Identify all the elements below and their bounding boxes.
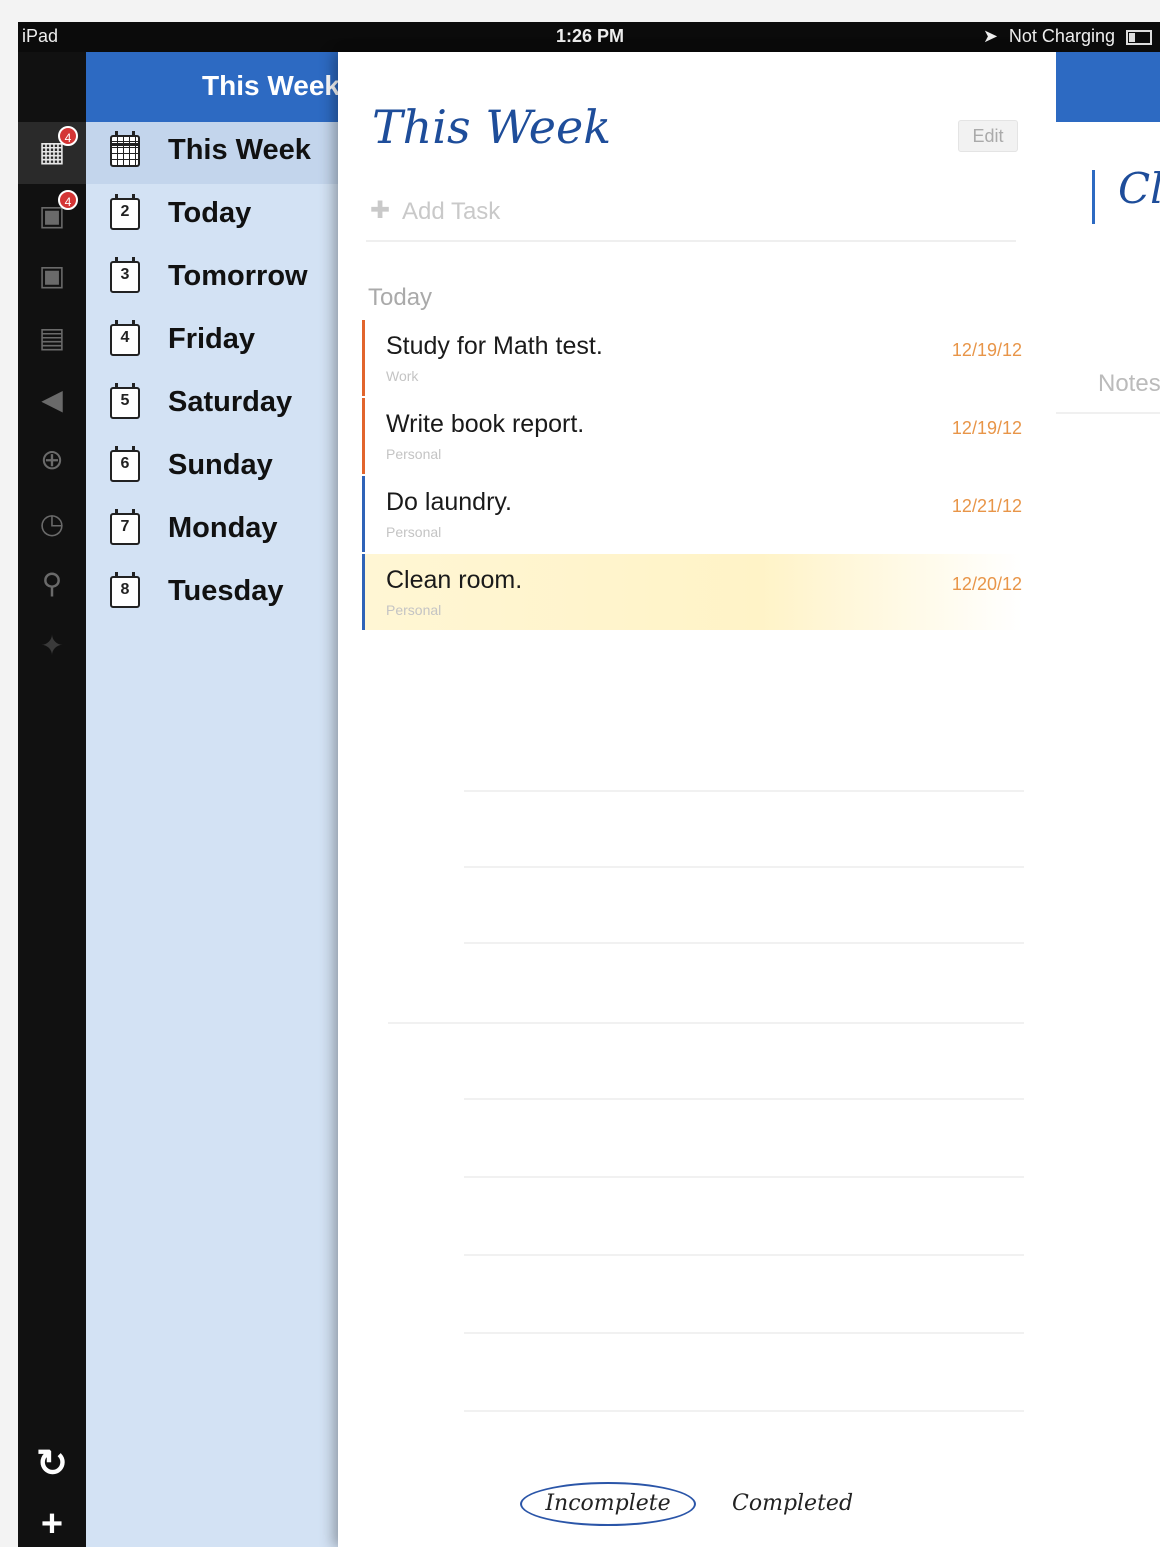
task-row[interactable]: Do laundry. Personal 12/21/12 — [362, 476, 1022, 552]
list-color-bar — [362, 554, 365, 630]
edit-button[interactable]: Edit — [958, 120, 1018, 152]
notes-label: Notes — [1098, 370, 1160, 397]
badge: 4 — [58, 126, 78, 146]
badge: 4 — [58, 190, 78, 210]
list-item-saturday[interactable]: 5 Saturday — [86, 374, 342, 436]
list-item-this-week[interactable]: This Week — [86, 122, 342, 184]
list-panel-header: This Week — [86, 52, 342, 122]
detail-title[interactable]: Cl — [1118, 164, 1160, 213]
list-item-label: Friday — [168, 323, 256, 355]
calendar-day-icon: 2 — [110, 194, 140, 230]
divider — [464, 1332, 1024, 1334]
task-panel: This Week Edit ✚ Add Task Today Study fo… — [338, 52, 1056, 1547]
list-panel: This Week This Week 2 Today 3 Tomorrow 4… — [86, 52, 342, 1547]
task-list-name: Work — [386, 368, 419, 384]
calendar-day-icon: 5 — [110, 383, 140, 419]
clock-icon[interactable]: ◷ — [34, 506, 70, 542]
list-color-bar — [362, 320, 365, 396]
tomorrow-icon[interactable]: ▣ — [34, 258, 70, 294]
task-title: Write book report. — [386, 410, 585, 438]
list-color-bar — [362, 398, 365, 474]
list-item-friday[interactable]: 4 Friday — [86, 311, 342, 373]
task-due-date: 12/19/12 — [951, 340, 1022, 360]
calendar-day-icon: 6 — [110, 446, 140, 482]
divider — [1056, 412, 1160, 414]
calendar-day-icon: 3 — [110, 257, 140, 293]
location-icon: ➤ — [982, 26, 998, 46]
notes-icon[interactable]: ▤ — [34, 320, 70, 356]
divider — [464, 1176, 1024, 1178]
text-cursor — [1092, 170, 1095, 224]
device-label: iPad — [22, 26, 59, 46]
divider — [464, 790, 1024, 792]
list-color-bar — [362, 476, 365, 552]
divider — [464, 1098, 1024, 1100]
add-arrow-icon: ✚ — [370, 197, 391, 224]
pin-icon[interactable]: ✦ — [34, 628, 70, 664]
task-title: Do laundry. — [386, 488, 512, 516]
detail-panel: Cl Notes — [1056, 52, 1160, 1547]
task-title: Study for Math test. — [386, 332, 603, 360]
calendar-day-icon: 7 — [110, 509, 140, 545]
sync-icon[interactable]: ↻ — [32, 1444, 72, 1484]
list-item-label: Monday — [168, 512, 278, 544]
this-week-icon[interactable]: ▦ 4 — [34, 126, 78, 170]
task-list-name: Personal — [386, 446, 442, 462]
page-title: This Week — [372, 100, 612, 154]
battery-icon — [1126, 29, 1152, 45]
task-row[interactable]: Study for Math test. Work 12/19/12 — [362, 320, 1022, 396]
tab-completed[interactable]: Completed — [732, 1482, 853, 1526]
list-item-sunday[interactable]: 6 Sunday — [86, 437, 342, 499]
list-item-label: Tuesday — [168, 575, 284, 607]
today-icon[interactable]: ▣ 4 — [34, 190, 78, 234]
divider — [388, 1022, 1024, 1024]
add-task-placeholder: Add Task — [402, 198, 501, 225]
list-item-tomorrow[interactable]: 3 Tomorrow — [86, 248, 342, 310]
tab-incomplete[interactable]: Incomplete — [520, 1482, 696, 1526]
status-bar: iPad 1:26 PM ➤ Not Charging — [18, 22, 1160, 52]
globe-icon[interactable]: ⊕ — [34, 442, 70, 478]
calendar-grid-icon — [110, 131, 140, 167]
task-due-date: 12/21/12 — [951, 496, 1022, 516]
list-item-label: Saturday — [168, 386, 293, 418]
list-item-label: This Week — [168, 134, 311, 166]
list-item-label: Sunday — [168, 449, 273, 481]
search-icon[interactable]: ⚲ — [34, 566, 70, 602]
divider — [464, 866, 1024, 868]
divider — [464, 942, 1024, 944]
add-list-icon[interactable]: + — [32, 1504, 72, 1544]
list-panel-title: This Week — [202, 70, 340, 101]
add-task-field[interactable]: ✚ Add Task — [366, 184, 1016, 242]
task-due-date: 12/20/12 — [951, 574, 1022, 594]
list-item-monday[interactable]: 7 Monday — [86, 500, 342, 562]
section-header: Today — [368, 284, 433, 311]
divider — [464, 1410, 1024, 1412]
tag-icon[interactable]: ◀ — [34, 382, 70, 418]
list-item-label: Today — [168, 197, 252, 229]
task-row[interactable]: Write book report. Personal 12/19/12 — [362, 398, 1022, 474]
list-item-label: Tomorrow — [168, 260, 308, 292]
status-time: 1:26 PM — [556, 26, 625, 46]
charging-status: Not Charging — [1008, 26, 1115, 46]
icon-rail: ▦ 4 ▣ 4 ▣ ▤ ◀ ⊕ ◷ ⚲ ✦ ↻ + — [18, 52, 86, 1547]
task-due-date: 12/19/12 — [951, 418, 1022, 438]
task-title: Clean room. — [386, 566, 523, 594]
detail-header — [1056, 52, 1160, 122]
task-row[interactable]: Clean room. Personal 12/20/12 — [362, 554, 1022, 630]
list-item-tuesday[interactable]: 8 Tuesday — [86, 563, 342, 625]
list-item-today[interactable]: 2 Today — [86, 185, 342, 247]
task-list-name: Personal — [386, 602, 442, 618]
calendar-day-icon: 8 — [110, 572, 140, 608]
status-right: ➤ Not Charging — [977, 26, 1152, 47]
task-list-name: Personal — [386, 524, 442, 540]
calendar-day-icon: 4 — [110, 320, 140, 356]
divider — [464, 1254, 1024, 1256]
